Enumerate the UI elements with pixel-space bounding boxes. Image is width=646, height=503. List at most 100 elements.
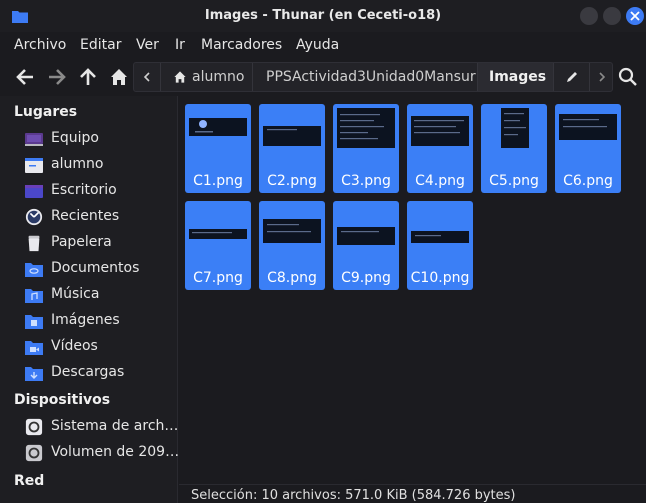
status-text: Selección: 10 archivos: 571.0 KiB (584.7… <box>191 488 516 503</box>
network-heading: Red <box>14 473 45 489</box>
documents-folder-icon <box>25 263 43 277</box>
file-name: C5.png <box>489 173 539 189</box>
thumbnail <box>189 108 247 148</box>
file-item[interactable]: C1.png <box>185 104 251 193</box>
pencil-icon <box>567 72 577 82</box>
sidebar-item-label: Descargas <box>51 364 125 380</box>
thumbnail <box>337 108 395 148</box>
file-item[interactable]: C8.png <box>259 201 325 290</box>
recent-icon <box>25 208 43 226</box>
file-name: C10.png <box>410 270 470 286</box>
sidebar-item-label: Papelera <box>51 234 112 250</box>
devices-heading: Dispositivos <box>14 392 111 408</box>
file-name: C4.png <box>415 173 465 189</box>
crumb-ppsactividad3unidad0mansur[interactable]: PPSActividad3Unidad0Mansur <box>252 63 477 91</box>
thumbnail <box>263 108 321 148</box>
menu-marcadores[interactable]: Marcadores <box>201 37 282 53</box>
file-item[interactable]: C4.png <box>407 104 473 193</box>
title-bar: Images - Thunar (en Ceceti-o18) <box>0 0 646 32</box>
file-item[interactable]: C10.png <box>407 201 473 290</box>
computer-icon <box>25 133 43 146</box>
file-name: C3.png <box>341 173 391 189</box>
crumb-label: PPSActividad3Unidad0Mansur <box>266 69 476 85</box>
close-icon <box>630 11 640 21</box>
menu-ayuda[interactable]: Ayuda <box>296 37 339 53</box>
crumb-label: alumno <box>192 69 245 85</box>
sidebar-item-label: Escritorio <box>51 182 117 198</box>
file-name: C1.png <box>193 173 243 189</box>
sidebar-item-recientes[interactable]: Recientes <box>0 204 178 230</box>
toolbar: alumno PPSActividad3Unidad0Mansur Images <box>0 58 646 96</box>
close-button[interactable] <box>626 7 644 25</box>
file-name: C7.png <box>193 270 243 286</box>
file-item[interactable]: C3.png <box>333 104 399 193</box>
sidebar-item-label: Volumen de 209… <box>51 444 180 460</box>
window-title: Images - Thunar (en Ceceti-o18) <box>204 8 442 23</box>
sidebar-item-label: alumno <box>51 156 104 172</box>
pictures-folder-icon <box>25 315 43 329</box>
file-item[interactable]: C7.png <box>185 201 251 290</box>
sidebar: Lugares Equipo alumno Escritorio Recient… <box>0 96 180 503</box>
videos-folder-icon <box>25 341 43 355</box>
file-name: C8.png <box>267 270 317 286</box>
sidebar-item-sistema-de-archivos[interactable]: Sistema de arch… <box>0 414 178 440</box>
edit-location-button[interactable] <box>553 63 589 91</box>
search-icon[interactable] <box>618 67 638 87</box>
chevron-left-icon <box>144 72 150 82</box>
desktop-icon <box>25 185 43 198</box>
home-folder-icon <box>25 158 43 173</box>
path-bar: alumno PPSActividad3Unidad0Mansur Images <box>133 62 613 92</box>
maximize-button[interactable] <box>603 7 621 25</box>
sidebar-item-videos[interactable]: Vídeos <box>0 334 178 360</box>
menu-ir[interactable]: Ir <box>175 37 185 53</box>
file-name: C2.png <box>267 173 317 189</box>
crumb-label: Images <box>489 69 547 85</box>
status-bar: Selección: 10 archivos: 571.0 KiB (584.7… <box>179 484 646 503</box>
thumbnail <box>263 205 321 245</box>
thumbnail <box>189 205 247 245</box>
sidebar-item-escritorio[interactable]: Escritorio <box>0 178 178 204</box>
file-name: C9.png <box>341 270 391 286</box>
back-arrow-icon[interactable] <box>15 67 35 87</box>
minimize-button[interactable] <box>580 7 598 25</box>
forward-arrow-icon[interactable] <box>47 67 67 87</box>
menu-ver[interactable]: Ver <box>136 37 159 53</box>
sidebar-item-label: Vídeos <box>51 338 98 354</box>
volume-icon <box>25 444 43 462</box>
sidebar-item-label: Equipo <box>51 130 99 146</box>
sidebar-item-equipo[interactable]: Equipo <box>0 126 178 152</box>
sidebar-item-descargas[interactable]: Descargas <box>0 360 178 386</box>
menu-bar: Archivo Editar Ver Ir Marcadores Ayuda <box>0 32 646 58</box>
sidebar-item-imagenes[interactable]: Imágenes <box>0 308 178 334</box>
sidebar-item-documentos[interactable]: Documentos <box>0 256 178 282</box>
home-icon <box>174 71 186 83</box>
file-item[interactable]: C2.png <box>259 104 325 193</box>
music-folder-icon <box>25 289 43 303</box>
crumb-alumno[interactable]: alumno <box>160 63 252 91</box>
downloads-folder-icon <box>25 367 43 381</box>
sidebar-item-musica[interactable]: Música <box>0 282 178 308</box>
path-scroll-left-button[interactable] <box>134 63 160 91</box>
thumbnail <box>559 108 617 148</box>
sidebar-item-papelera[interactable]: Papelera <box>0 230 178 256</box>
home-icon[interactable] <box>109 67 129 87</box>
sidebar-item-alumno[interactable]: alumno <box>0 152 178 178</box>
menu-archivo[interactable]: Archivo <box>14 37 66 53</box>
sidebar-item-label: Recientes <box>51 208 120 224</box>
path-scroll-right-button[interactable] <box>589 63 613 91</box>
file-item[interactable]: C9.png <box>333 201 399 290</box>
thumbnail <box>485 108 543 148</box>
file-item[interactable]: C6.png <box>555 104 621 193</box>
menu-editar[interactable]: Editar <box>80 37 121 53</box>
sidebar-item-volumen[interactable]: Volumen de 209… <box>0 440 180 466</box>
sidebar-item-label: Música <box>51 286 100 302</box>
crumb-images[interactable]: Images <box>477 63 553 91</box>
sidebar-item-label: Imágenes <box>51 312 120 328</box>
up-arrow-icon[interactable] <box>78 67 98 87</box>
trash-icon <box>28 235 40 252</box>
file-view: C1.png C2.png C3.png C4.png C5.png C6.pn… <box>179 96 646 503</box>
drive-icon <box>25 418 43 436</box>
chevron-right-icon <box>599 72 605 82</box>
thumbnail <box>411 108 469 148</box>
file-item[interactable]: C5.png <box>481 104 547 193</box>
